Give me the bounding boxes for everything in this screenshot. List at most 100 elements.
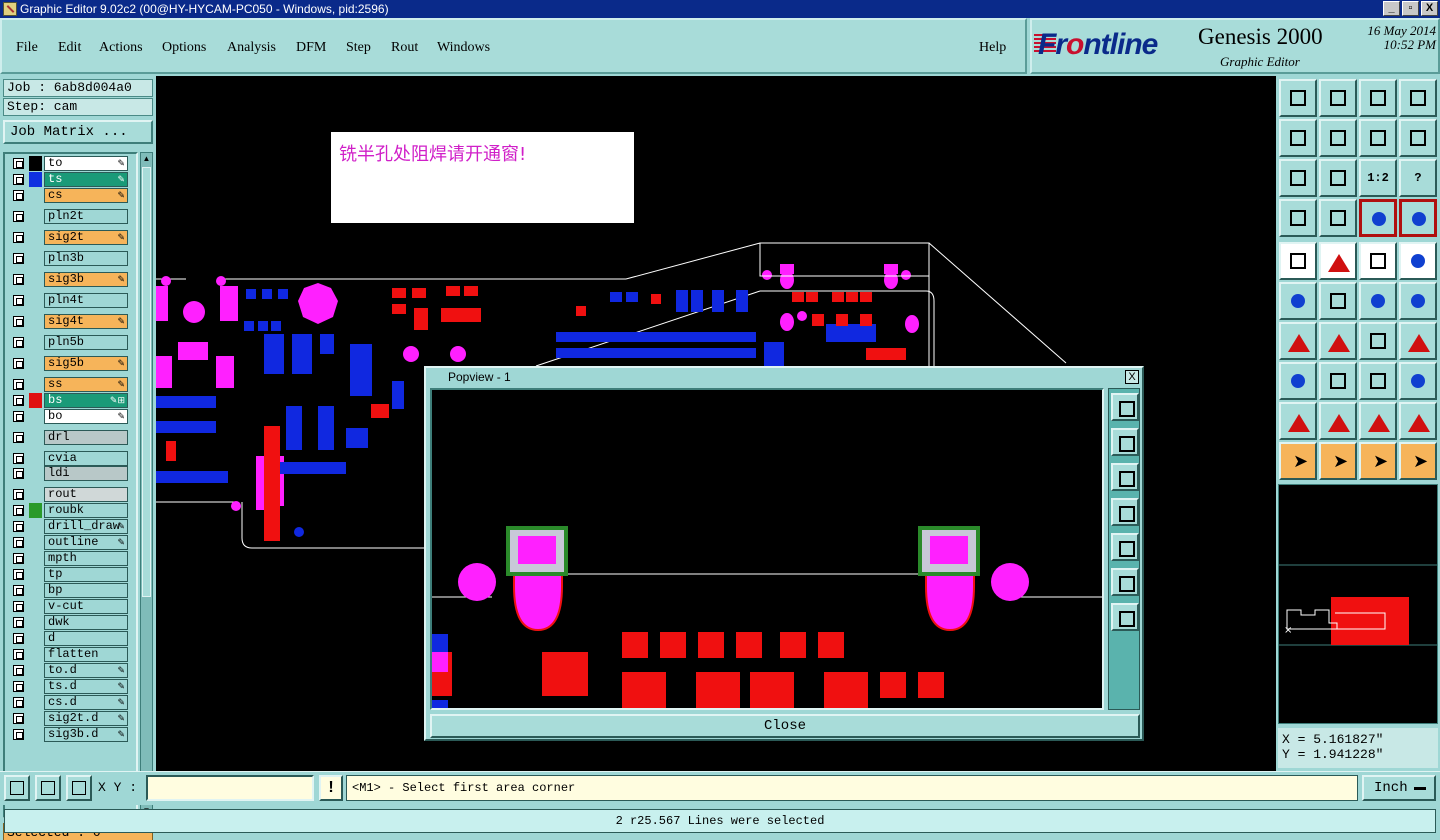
popview-pan-down-icon[interactable] (1111, 463, 1139, 491)
menu-edit[interactable]: Edit (58, 40, 81, 56)
scroll-up-icon[interactable]: ▲ (141, 153, 152, 165)
layer-color-swatch[interactable] (29, 314, 42, 329)
layer-name[interactable]: rout (44, 487, 128, 502)
layer-name[interactable]: drill_draw ✎ (44, 519, 128, 534)
layer-checkbox[interactable] (13, 633, 24, 644)
layer-name[interactable]: dwk (44, 615, 128, 630)
layer-color-swatch[interactable] (29, 230, 42, 245)
layer-row[interactable]: bp (7, 583, 135, 598)
job-matrix-button[interactable]: Job Matrix ... (3, 120, 153, 144)
menu-step[interactable]: Step (346, 40, 371, 56)
layer-color-swatch[interactable] (29, 631, 42, 646)
layer-name[interactable]: ts.d ✎ (44, 679, 128, 694)
layer-row[interactable]: d (7, 631, 135, 646)
layer-checkbox[interactable] (13, 521, 24, 532)
close-window-button[interactable]: X (1421, 1, 1438, 16)
add-pad-icon[interactable] (1359, 282, 1397, 320)
layer-checkbox[interactable] (13, 453, 24, 464)
popview-pan-left-icon[interactable] (1111, 498, 1139, 526)
layer-color-swatch[interactable] (29, 466, 42, 481)
layer-name[interactable]: mpth (44, 551, 128, 566)
layer-row[interactable]: sig2t ✎ (7, 230, 135, 245)
layer-checkbox[interactable] (13, 617, 24, 628)
cross-arch-icon[interactable] (1399, 402, 1437, 440)
cut-icon[interactable] (1319, 242, 1357, 280)
scale-1-2-icon[interactable]: 1:2 (1359, 159, 1397, 197)
zoom-fit-icon[interactable] (1279, 159, 1317, 197)
layer-color-swatch[interactable] (29, 393, 42, 408)
layer-checkbox[interactable] (13, 665, 24, 676)
layer-row[interactable]: pln2t (7, 209, 135, 224)
popview-pan-up-icon[interactable] (1111, 428, 1139, 456)
layer-row[interactable]: to ✎ (7, 156, 135, 171)
layer-checkbox[interactable] (13, 489, 24, 500)
layer-color-swatch[interactable] (29, 156, 42, 171)
menu-options[interactable]: Options (162, 40, 206, 56)
layer-checkbox[interactable] (13, 432, 24, 443)
layer-name[interactable]: drl (44, 430, 128, 445)
layer-row[interactable]: bo ✎ (7, 409, 135, 424)
layer-checkbox[interactable] (13, 649, 24, 660)
layer-checkbox[interactable] (13, 316, 24, 327)
layer-color-swatch[interactable] (29, 487, 42, 502)
layer-checkbox[interactable] (13, 569, 24, 580)
help-query-icon[interactable]: ? (1399, 159, 1437, 197)
layer-checkbox[interactable] (13, 411, 24, 422)
layer-color-swatch[interactable] (29, 356, 42, 371)
layer-row[interactable]: sig2t.d ✎ (7, 711, 135, 726)
layer-row[interactable]: bs ✎⊞ (7, 393, 135, 408)
layer-name[interactable]: sig4t ✎ (44, 314, 128, 329)
layer-color-swatch[interactable] (29, 409, 42, 424)
layer-row[interactable]: cs ✎ (7, 188, 135, 203)
layer-name[interactable]: bo ✎ (44, 409, 128, 424)
layer-checkbox[interactable] (13, 505, 24, 516)
layer-color-swatch[interactable] (29, 272, 42, 287)
pad-icon[interactable] (1399, 242, 1437, 280)
layer-checkbox[interactable] (13, 585, 24, 596)
layer-color-swatch[interactable] (29, 188, 42, 203)
layer-name[interactable]: cs.d ✎ (44, 695, 128, 710)
home-icon[interactable] (1359, 79, 1397, 117)
menu-windows[interactable]: Windows (437, 40, 490, 56)
layer-name[interactable]: cvia (44, 451, 128, 466)
layer-name[interactable]: sig3b.d ✎ (44, 727, 128, 742)
step-icon[interactable] (1399, 119, 1437, 157)
line-move-icon[interactable] (1319, 362, 1357, 400)
layer-checkbox[interactable] (13, 553, 24, 564)
minimize-button[interactable]: _ (1383, 1, 1400, 16)
layer-row[interactable]: dwk (7, 615, 135, 630)
layer-name[interactable]: ss ✎ (44, 377, 128, 392)
popview-close-icon[interactable]: X (1125, 370, 1139, 384)
snap-grid-icon[interactable] (66, 775, 92, 801)
layer-name[interactable]: sig5b ✎ (44, 356, 128, 371)
layer-row[interactable]: ts.d ✎ (7, 679, 135, 694)
layer-row[interactable]: rout (7, 487, 135, 502)
layer-color-swatch[interactable] (29, 583, 42, 598)
pointer-select-icon[interactable]: ➤ (1359, 442, 1397, 480)
layer-color-swatch[interactable] (29, 335, 42, 350)
layer-checkbox[interactable] (13, 337, 24, 348)
layer-row[interactable]: cvia (7, 451, 135, 466)
layer-checkbox[interactable] (13, 295, 24, 306)
arch-icon[interactable] (1359, 402, 1397, 440)
layer-checkbox[interactable] (13, 395, 24, 406)
zoom-home-icon[interactable] (1279, 79, 1317, 117)
layer-checkbox[interactable] (13, 158, 24, 169)
layer-color-swatch[interactable] (29, 711, 42, 726)
layer-color-swatch[interactable] (29, 451, 42, 466)
layer-name[interactable]: pln3b (44, 251, 128, 266)
layer-row[interactable]: ss ✎ (7, 377, 135, 392)
layer-row[interactable]: sig5b ✎ (7, 356, 135, 371)
triangle-icon[interactable] (1319, 402, 1357, 440)
layer-checkbox[interactable] (13, 274, 24, 285)
layer-checkbox[interactable] (13, 190, 24, 201)
layer-color-swatch[interactable] (29, 377, 42, 392)
layer-row[interactable]: roubk (7, 503, 135, 518)
snap-icon[interactable] (1319, 282, 1357, 320)
layer-color-swatch[interactable] (29, 503, 42, 518)
menu-dfm[interactable]: DFM (296, 40, 326, 56)
xy-input[interactable] (146, 775, 314, 801)
layer-row[interactable]: flatten (7, 647, 135, 662)
popview-zoom-icon[interactable] (1111, 393, 1139, 421)
menu-actions[interactable]: Actions (99, 40, 143, 56)
